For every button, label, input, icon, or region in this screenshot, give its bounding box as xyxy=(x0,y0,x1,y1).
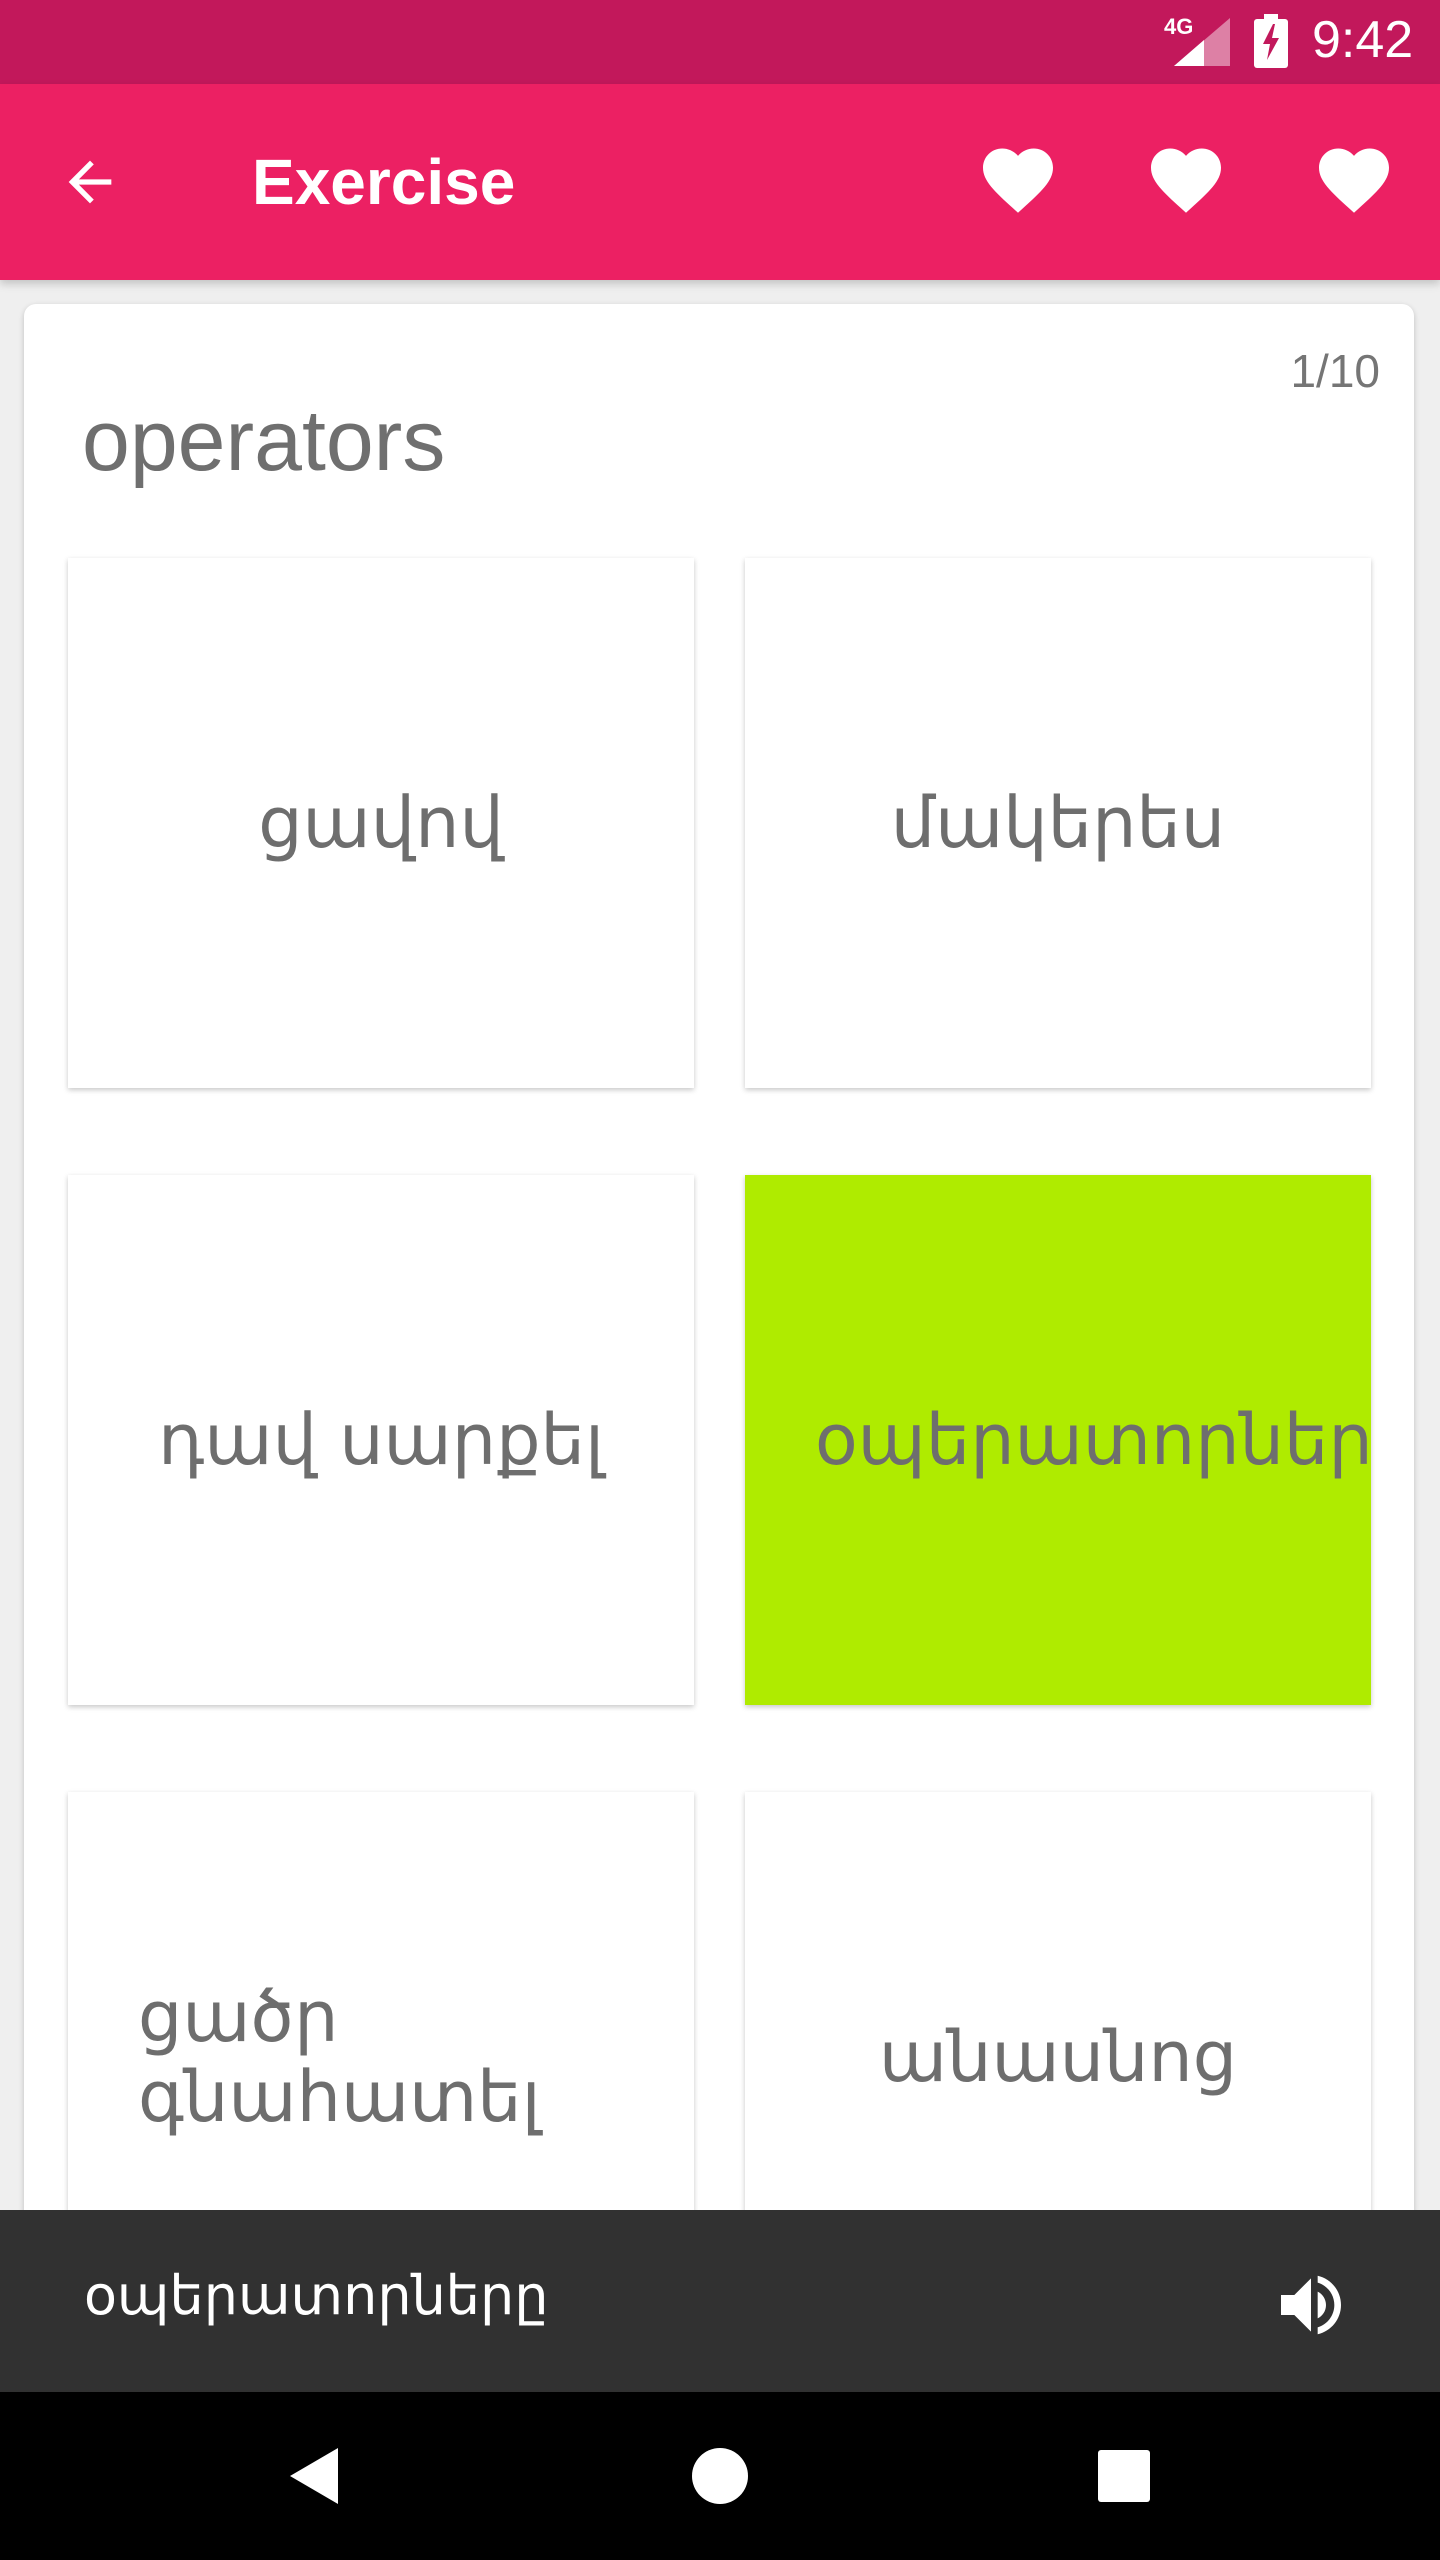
heart-icon xyxy=(1319,148,1389,213)
battery-charging-icon xyxy=(1254,14,1288,68)
cell-signal-icon xyxy=(1174,18,1230,66)
nav-home-icon xyxy=(692,2448,748,2504)
speak-button[interactable] xyxy=(1268,2262,1354,2348)
app-bar: Exercise xyxy=(0,84,1440,280)
answer-option-label: ցածր գնահատել xyxy=(138,1976,541,2138)
life-heart-3 xyxy=(1312,138,1396,222)
heart-icon xyxy=(983,148,1053,213)
answer-option-label: ցավով xyxy=(258,782,504,864)
answer-option-3[interactable]: դավ սարքել xyxy=(68,1175,694,1705)
volume-up-icon xyxy=(1281,2275,1341,2335)
heart-icon xyxy=(1151,148,1221,213)
nav-home-button[interactable] xyxy=(670,2426,770,2526)
nav-back-icon xyxy=(290,2448,338,2504)
nav-recents-icon xyxy=(1098,2450,1150,2502)
answer-option-1[interactable]: ցավով xyxy=(68,558,694,1088)
status-bar: 4G 9:42 xyxy=(0,0,1440,84)
exercise-card: 1/10 operators ցավով մակերես դավ սարքել … xyxy=(24,304,1414,2304)
translation-bar: օպերատորները xyxy=(0,2210,1440,2392)
answer-option-label: դավ սարքել xyxy=(157,1399,605,1481)
question-word: operators xyxy=(82,393,446,489)
system-navigation-bar xyxy=(0,2392,1440,2560)
answer-option-2[interactable]: մակերես xyxy=(745,558,1371,1088)
answer-option-label: օպերատորներ xyxy=(815,1399,1373,1481)
arrow-back-icon xyxy=(68,160,112,204)
status-clock: 9:42 xyxy=(1312,11,1414,69)
life-heart-2 xyxy=(1144,138,1228,222)
back-button[interactable] xyxy=(50,142,130,222)
translation-text: օպերատորները xyxy=(84,2264,549,2327)
answer-option-label: անասնոց xyxy=(878,2016,1238,2098)
life-heart-1 xyxy=(976,138,1060,222)
answer-option-4-selected[interactable]: օպերատորներ xyxy=(745,1175,1373,1705)
question-counter: 1/10 xyxy=(1290,345,1380,397)
nav-back-button[interactable] xyxy=(266,2426,366,2526)
page-title: Exercise xyxy=(252,146,516,218)
answer-option-label: մակերես xyxy=(890,782,1226,864)
nav-recents-button[interactable] xyxy=(1074,2426,1174,2526)
